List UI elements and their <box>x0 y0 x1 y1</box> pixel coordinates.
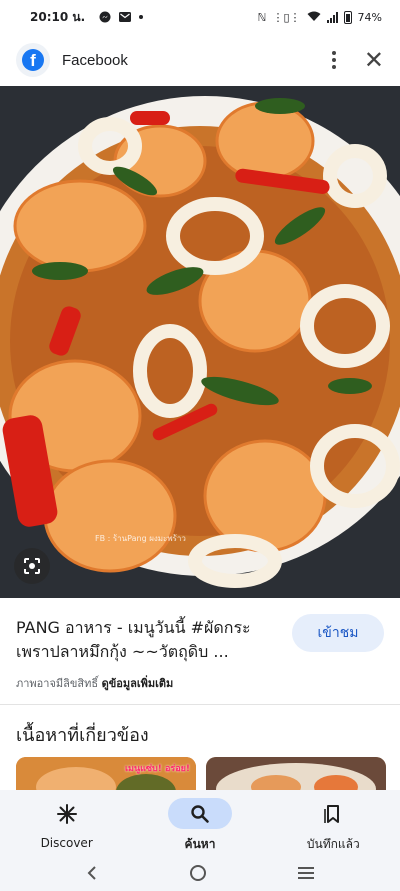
notification-dot-icon <box>139 15 144 19</box>
nav-saved[interactable]: บันทึกแล้ว <box>267 790 400 854</box>
thumbnail-tag: เมนูแซ่บ! อร่อย! <box>124 764 190 774</box>
facebook-logo-icon: f <box>16 43 50 77</box>
wifi-icon <box>307 11 321 24</box>
system-navigation <box>0 854 400 891</box>
asterisk-icon <box>56 804 77 824</box>
vibrate-icon: ⋮▯⋮ <box>272 10 301 24</box>
lens-icon <box>24 558 40 574</box>
copyright-notice: ภาพอาจมีลิขสิทธิ์ ดูข้อมูลเพิ่มเติม <box>16 674 173 692</box>
custom-tab-bar: f Facebook ✕ <box>0 34 400 86</box>
status-time: 20:10 น. <box>30 9 86 24</box>
food-photo: FB : ร้านPang ผงมะพร้าว <box>0 86 400 598</box>
nav-label-saved: บันทึกแล้ว <box>306 837 360 851</box>
visit-button[interactable]: เข้าชม <box>292 614 384 652</box>
nav-label-discover: Discover <box>40 836 93 850</box>
related-thumbnails: เมนูแซ่บ! อร่อย! <box>16 757 400 793</box>
bookmark-icon <box>324 804 340 823</box>
gmail-icon <box>119 12 132 22</box>
related-thumbnail[interactable]: เมนูแซ่บ! อร่อย! <box>16 757 196 793</box>
close-icon[interactable]: ✕ <box>364 48 384 72</box>
battery-percent: 74% <box>357 10 382 24</box>
recents-icon[interactable] <box>297 866 315 880</box>
messenger-icon <box>99 11 111 23</box>
search-icon <box>191 804 209 823</box>
related-thumbnail[interactable] <box>206 757 386 793</box>
status-right: ℕ ⋮▯⋮ 74% <box>257 10 382 24</box>
result-image[interactable]: FB : ร้านPang ผงมะพร้าว <box>0 86 400 598</box>
more-info-link[interactable]: ดูข้อมูลเพิ่มเติม <box>102 677 174 690</box>
related-content-heading: เนื้อหาที่เกี่ยวข้อง <box>16 725 149 746</box>
tab-title: Facebook <box>62 51 128 69</box>
result-info: PANG อาหาร - เมนูวันนี้ #ผัดกระเพราปลาหม… <box>0 598 400 708</box>
bottom-navigation: Discover ค้นหา บันทึกแล้ว <box>0 790 400 854</box>
notification-icons <box>99 11 144 23</box>
signal-icon <box>326 11 338 23</box>
status-bar: 20:10 น. ℕ ⋮▯⋮ 74% <box>0 0 400 34</box>
back-icon[interactable] <box>85 865 99 881</box>
copyright-text: ภาพอาจมีลิขสิทธิ์ <box>16 677 99 690</box>
svg-text:FB : ร้านPang ผงมะพร้าว: FB : ร้านPang ผงมะพร้าว <box>95 534 186 543</box>
nav-discover[interactable]: Discover <box>0 790 133 854</box>
nfc-icon: ℕ <box>257 10 267 24</box>
page: 20:10 น. ℕ ⋮▯⋮ 74% f Facebook ✕ FB: ร้า… <box>0 0 400 891</box>
nav-search[interactable]: ค้นหา <box>133 790 266 854</box>
tab-actions: ✕ <box>326 47 384 73</box>
divider <box>0 704 400 705</box>
google-lens-button[interactable] <box>14 548 50 584</box>
battery-icon <box>343 10 352 24</box>
result-title[interactable]: PANG อาหาร - เมนูวันนี้ #ผัดกระเพราปลาหม… <box>16 616 276 664</box>
more-options-icon[interactable] <box>326 47 342 73</box>
nav-label-search: ค้นหา <box>184 837 216 851</box>
home-icon[interactable] <box>189 864 207 882</box>
